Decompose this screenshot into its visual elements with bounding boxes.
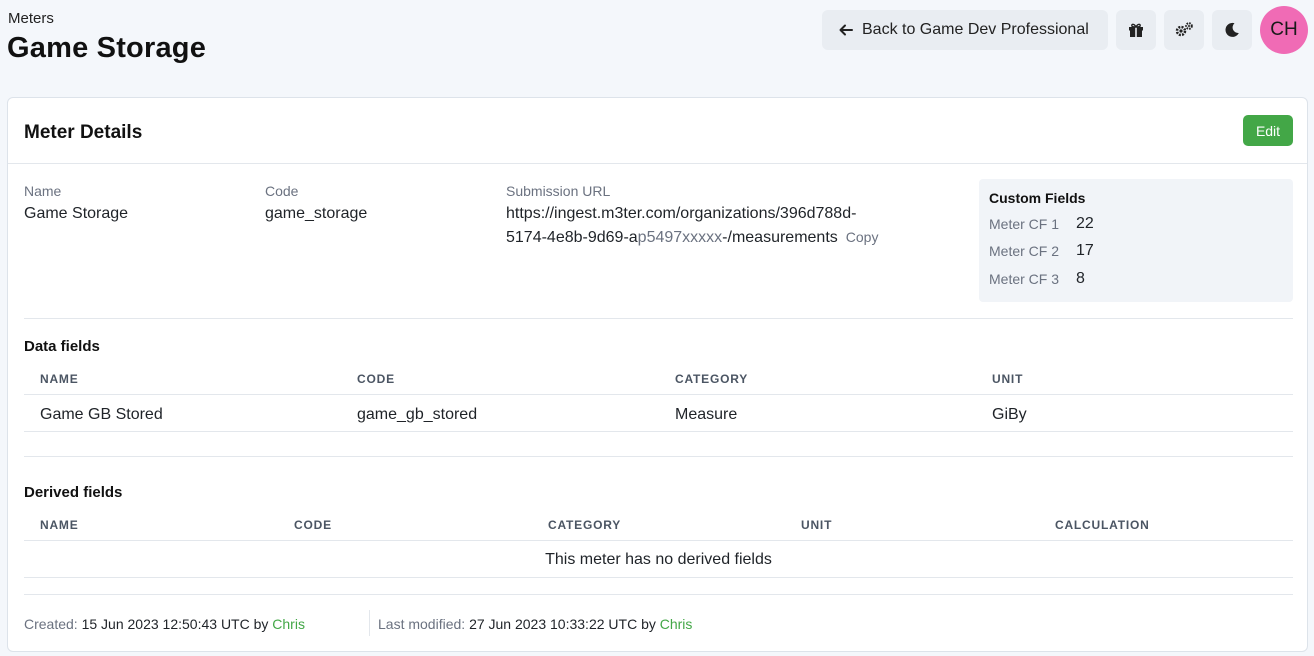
- data-fields-header-category: CATEGORY: [675, 372, 749, 386]
- table-divider: [24, 431, 1293, 432]
- submission-url-part: 5174-4e8b-9d69-a: [506, 229, 638, 246]
- divider: [24, 594, 1293, 595]
- submission-url-line1: https://ingest.m3ter.com/organizations/3…: [506, 205, 857, 222]
- breadcrumb[interactable]: Meters: [8, 10, 54, 27]
- back-button-label: Back to Game Dev Professional: [862, 21, 1089, 38]
- gift-button[interactable]: [1116, 10, 1156, 50]
- data-field-category: Measure: [675, 406, 738, 423]
- custom-field-value: 8: [1076, 270, 1085, 287]
- custom-field-value: 22: [1076, 215, 1094, 232]
- created-value: 15 Jun 2023 12:50:43 UTC by: [81, 616, 269, 632]
- name-value: Game Storage: [24, 205, 129, 222]
- derived-fields-header-category: CATEGORY: [548, 518, 622, 532]
- derived-fields-header-name: NAME: [40, 518, 79, 532]
- modified-label: Last modified:: [378, 616, 466, 632]
- derived-fields-header-calculation: CALCULATION: [1055, 518, 1150, 532]
- table-divider: [24, 577, 1293, 578]
- created-by-link[interactable]: Chris: [272, 616, 305, 632]
- table-divider: [24, 540, 1293, 541]
- data-field-code: game_gb_stored: [357, 406, 478, 423]
- arrow-left-icon: [839, 24, 853, 36]
- derived-fields-header-code: CODE: [294, 518, 332, 532]
- modified-by-link[interactable]: Chris: [660, 616, 693, 632]
- data-field-name: Game GB Stored: [40, 406, 163, 423]
- avatar[interactable]: CH: [1260, 6, 1308, 54]
- copy-url-button[interactable]: Copy: [846, 229, 879, 245]
- top-bar: Meters Game Storage Back to Game Dev Pro…: [0, 0, 1314, 92]
- custom-field-label: Meter CF 3: [989, 271, 1060, 287]
- modified-info: Last modified: 27 Jun 2023 10:33:22 UTC …: [378, 616, 692, 632]
- custom-field-value: 17: [1076, 242, 1094, 259]
- gears-icon: [1175, 22, 1193, 37]
- data-fields-header-name: NAME: [40, 372, 79, 386]
- settings-button[interactable]: [1164, 10, 1204, 50]
- empty-state-message: This meter has no derived fields: [545, 551, 772, 568]
- created-info: Created: 15 Jun 2023 12:50:43 UTC by Chr…: [24, 616, 305, 632]
- footer-separator: [369, 610, 370, 636]
- name-label: Name: [24, 183, 62, 199]
- divider: [24, 456, 1293, 457]
- data-field-unit: GiBy: [992, 406, 1027, 423]
- theme-toggle-button[interactable]: [1212, 10, 1252, 50]
- derived-fields-header-unit: UNIT: [801, 518, 833, 532]
- custom-fields-panel: Custom Fields Meter CF 1 22 Meter CF 2 1…: [979, 179, 1293, 302]
- code-label: Code: [265, 183, 299, 199]
- data-fields-header-unit: UNIT: [992, 372, 1024, 386]
- data-fields-title: Data fields: [24, 338, 100, 355]
- submission-url-suffix: -/measurements: [722, 229, 838, 246]
- meter-details-card: Meter Details Edit Name Game Storage Cod…: [7, 97, 1308, 652]
- created-label: Created:: [24, 616, 78, 632]
- custom-field-label: Meter CF 2: [989, 243, 1060, 259]
- card-header: Meter Details Edit: [8, 98, 1307, 164]
- code-value: game_storage: [265, 205, 368, 222]
- divider: [24, 318, 1293, 319]
- edit-button[interactable]: Edit: [1243, 115, 1293, 146]
- gift-icon: [1129, 23, 1143, 37]
- table-divider: [24, 394, 1293, 395]
- submission-url-label: Submission URL: [506, 183, 611, 199]
- back-button[interactable]: Back to Game Dev Professional: [822, 10, 1108, 50]
- page-title: Game Storage: [7, 32, 207, 64]
- moon-icon: [1225, 22, 1239, 37]
- derived-fields-title: Derived fields: [24, 484, 123, 501]
- data-fields-header-code: CODE: [357, 372, 395, 386]
- modified-value: 27 Jun 2023 10:33:22 UTC by: [469, 616, 656, 632]
- card-title: Meter Details: [24, 122, 143, 143]
- submission-url-line2: 5174-4e8b-9d69-ap5497xxxxx-/measurements…: [506, 229, 878, 247]
- submission-url-masked: p5497xxxxx: [637, 229, 723, 246]
- custom-fields-title: Custom Fields: [989, 190, 1086, 206]
- custom-field-label: Meter CF 1: [989, 216, 1060, 232]
